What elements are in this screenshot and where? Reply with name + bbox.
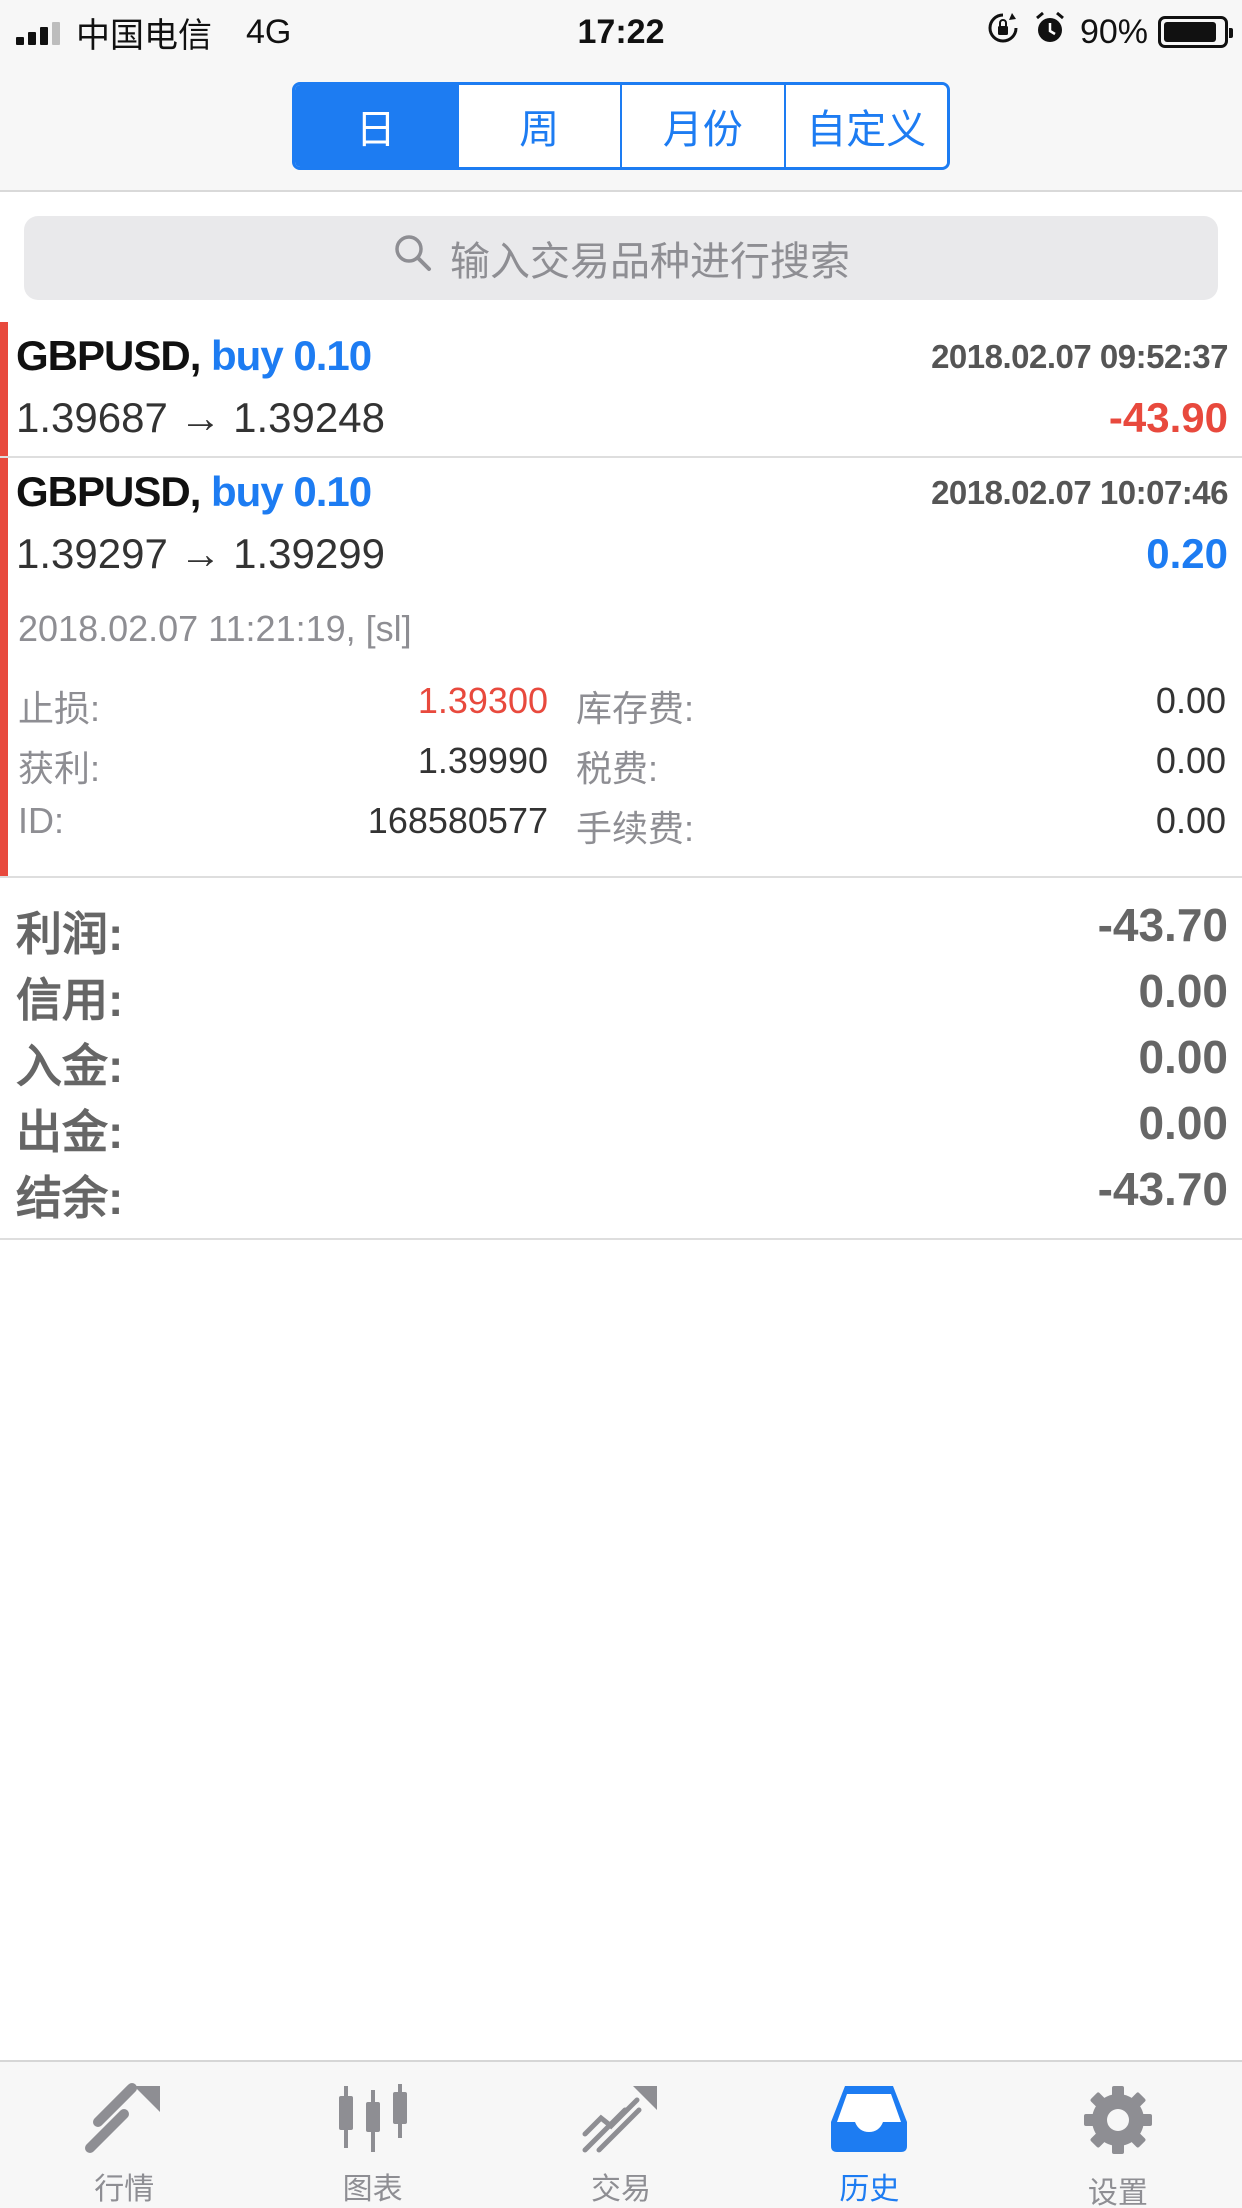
quotes-icon — [84, 2080, 164, 2156]
settings-icon — [1078, 2080, 1158, 2160]
take-profit-label: 获利: — [18, 748, 101, 789]
summary-withdrawal-value: 0.00 — [1138, 1097, 1228, 1149]
deal-indicator — [0, 322, 8, 456]
tab-history[interactable]: 历史 — [745, 2062, 993, 2208]
tab-history-label: 历史 — [839, 2173, 900, 2206]
rotation-lock-icon — [986, 11, 1020, 53]
tab-trade-label: 交易 — [591, 2173, 652, 2206]
deal-profit: 0.20 — [1146, 530, 1228, 577]
deal-prices: 1.39687 → 1.39248 — [16, 394, 385, 441]
summary-credit-label: 信用: — [16, 974, 124, 1026]
battery-icon — [1158, 16, 1233, 48]
history-icon — [829, 2080, 909, 2156]
tab-bar: 行情 图表 交易 历史 设置 — [0, 2060, 1242, 2208]
deal-side: buy 0.10 — [211, 332, 372, 379]
summary-profit: 利润: -43.70 — [16, 898, 1228, 960]
deal-prices: 1.39297 → 1.39299 — [16, 530, 385, 577]
search-placeholder: 输入交易品种进行搜索 — [450, 240, 850, 284]
tab-quotes-label: 行情 — [94, 2173, 155, 2206]
header: 日 周 月份 自定义 — [0, 64, 1242, 192]
tab-quotes[interactable]: 行情 — [0, 2062, 248, 2208]
period-tab-day[interactable]: 日 — [295, 85, 459, 167]
deal-close-info: 2018.02.07 11:21:19, [sl] — [18, 608, 412, 649]
tab-trade[interactable]: 交易 — [497, 2062, 745, 2208]
swap-label: 库存费: — [576, 688, 695, 729]
tax-label: 税费: — [576, 748, 659, 789]
summary-profit-value: -43.70 — [1097, 899, 1228, 951]
deal-indicator — [0, 458, 8, 876]
take-profit-value: 1.39990 — [417, 740, 548, 781]
tab-settings-label: 设置 — [1087, 2177, 1148, 2208]
summary-profit-label: 利润: — [16, 908, 124, 960]
summary-deposit-value: 0.00 — [1138, 1031, 1228, 1083]
deal-symbol: GBPUSD, — [16, 468, 201, 515]
stop-loss-value: 1.39300 — [417, 680, 548, 721]
period-tab-week[interactable]: 周 — [458, 85, 622, 167]
id-label: ID: — [18, 800, 65, 841]
search-icon — [392, 232, 450, 284]
stop-loss-label: 止损: — [18, 688, 101, 729]
deal-row-expanded[interactable]: GBPUSD, buy 0.10 2018.02.07 10:07:46 1.3… — [0, 458, 1242, 878]
deal-time: 2018.02.07 09:52:37 — [931, 338, 1228, 375]
alarm-icon — [1034, 11, 1066, 53]
commission-value: 0.00 — [1155, 800, 1226, 841]
deal-title: GBPUSD, buy 0.10 — [16, 332, 372, 380]
trade-icon — [581, 2080, 661, 2156]
summary-panel: 利润: -43.70 信用: 0.00 入金: 0.00 出金: 0.00 结余… — [0, 878, 1242, 1240]
period-tab-custom[interactable]: 自定义 — [785, 85, 947, 167]
summary-balance-label: 结余: — [16, 1172, 124, 1224]
deal-side: buy 0.10 — [211, 468, 372, 515]
deal-title: GBPUSD, buy 0.10 — [16, 468, 372, 516]
period-segmented-control: 日 周 月份 自定义 — [292, 82, 950, 170]
deal-time: 2018.02.07 10:07:46 — [931, 474, 1228, 511]
summary-withdrawal-label: 出金: — [16, 1106, 124, 1158]
search-input[interactable]: 输入交易品种进行搜索 — [24, 216, 1218, 300]
chart-icon — [333, 2080, 413, 2156]
tab-chart-label: 图表 — [342, 2173, 403, 2206]
status-right: 90% — [986, 10, 1233, 54]
summary-balance: 结余: -43.70 — [16, 1162, 1228, 1224]
id-value: 168580577 — [367, 800, 548, 841]
swap-value: 0.00 — [1155, 680, 1226, 721]
deal-symbol: GBPUSD, — [16, 332, 201, 379]
summary-deposit-label: 入金: — [16, 1040, 124, 1092]
status-bar: 中国电信 4G 17:22 90% — [0, 0, 1242, 64]
summary-credit-value: 0.00 — [1138, 965, 1228, 1017]
summary-balance-value: -43.70 — [1097, 1163, 1228, 1215]
deal-row[interactable]: GBPUSD, buy 0.10 2018.02.07 09:52:37 1.3… — [0, 322, 1242, 458]
summary-deposit: 入金: 0.00 — [16, 1030, 1228, 1092]
tab-chart[interactable]: 图表 — [248, 2062, 496, 2208]
deal-profit: -43.90 — [1108, 394, 1228, 441]
summary-credit: 信用: 0.00 — [16, 964, 1228, 1026]
period-tab-month[interactable]: 月份 — [622, 85, 786, 167]
summary-withdrawal: 出金: 0.00 — [16, 1096, 1228, 1158]
battery-percent: 90% — [1079, 12, 1148, 51]
commission-label: 手续费: — [576, 808, 695, 849]
tab-settings[interactable]: 设置 — [994, 2062, 1242, 2208]
tax-value: 0.00 — [1155, 740, 1226, 781]
